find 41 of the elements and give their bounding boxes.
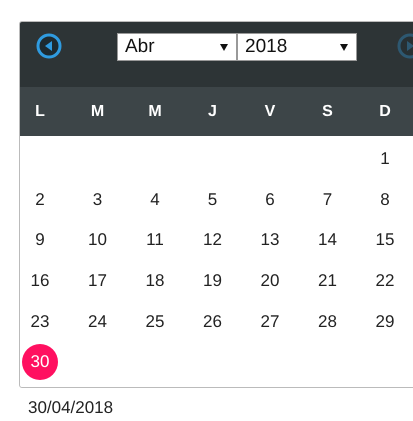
day-cell[interactable]: 20 (252, 263, 288, 300)
day-cell[interactable]: 19 (194, 263, 230, 300)
day-cell[interactable]: 25 (137, 304, 173, 340)
day-cell[interactable]: 15 (367, 222, 403, 258)
day-cell[interactable]: 23 (22, 304, 58, 340)
day-cell[interactable]: 4 (137, 182, 173, 218)
month-select[interactable]: Abr (117, 33, 237, 61)
weekday-label: J (207, 102, 218, 120)
date-field[interactable]: 30/04/2018 (28, 398, 114, 418)
day-cell[interactable]: 6 (252, 182, 288, 218)
weekday-label: L (34, 102, 46, 120)
day-cell[interactable]: 26 (194, 304, 230, 340)
day-cell[interactable]: 28 (310, 304, 346, 340)
day-cell[interactable]: 9 (22, 222, 58, 258)
weekday-label: V (264, 102, 276, 120)
day-cell[interactable]: 21 (310, 263, 346, 300)
day-cell[interactable]: 8 (367, 182, 403, 218)
day-cell[interactable]: 13 (252, 222, 288, 258)
day-cell[interactable]: 22 (367, 263, 403, 300)
weekday-label: S (321, 102, 334, 120)
day-cell[interactable]: 2 (22, 182, 58, 218)
day-cell[interactable]: 27 (252, 304, 288, 340)
day-cell[interactable]: 7 (310, 182, 346, 218)
day-cell[interactable]: 17 (80, 263, 116, 300)
day-cell[interactable]: 1 (367, 141, 403, 177)
day-cell[interactable]: 18 (137, 263, 173, 300)
weekday-label: M (147, 102, 163, 120)
day-cell[interactable]: 11 (137, 222, 173, 258)
day-cell[interactable]: 10 (80, 222, 116, 258)
day-cell[interactable]: 16 (22, 263, 58, 300)
previous-month-button[interactable] (36, 33, 62, 59)
weekday-label: D (378, 102, 392, 120)
day-cell[interactable]: 24 (80, 304, 116, 340)
day-cell[interactable]: 5 (194, 182, 230, 218)
day-cell[interactable]: 14 (310, 222, 346, 258)
year-select[interactable]: 2018 (237, 33, 357, 61)
day-cell[interactable]: 30 (22, 344, 58, 380)
day-cell[interactable]: 3 (80, 182, 116, 218)
day-cell[interactable]: 12 (194, 222, 230, 258)
day-cell[interactable]: 29 (367, 304, 403, 340)
weekday-label: M (90, 102, 106, 120)
